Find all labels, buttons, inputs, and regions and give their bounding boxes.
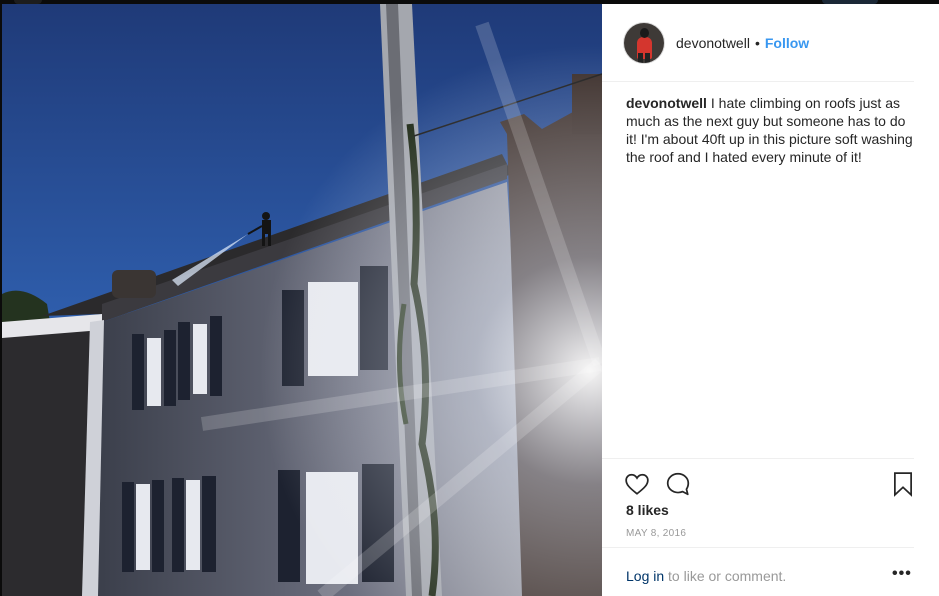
post-header: devonotwell • Follow [602,4,914,82]
action-bar [602,458,914,499]
post-date[interactable]: MAY 8, 2016 [626,528,686,539]
header-separator: • [754,34,760,51]
header-user-line: devonotwell • Follow [676,35,809,51]
comment-bubble-icon[interactable] [665,471,691,497]
login-row: Log in to like or comment. ••• [602,547,914,596]
follow-button[interactable]: Follow [765,35,809,51]
post-sidebar: devonotwell • Follow devonotwell I hate c… [602,4,939,596]
login-link[interactable]: Log in [626,568,664,584]
post-modal: devonotwell • Follow devonotwell I hate c… [0,0,939,596]
login-prompt-suffix: to like or comment. [664,568,787,584]
avatar-leg-left [638,52,643,63]
bookmark-icon[interactable] [890,471,916,497]
post-photo[interactable] [2,4,602,596]
heart-icon[interactable] [624,471,650,497]
avatar-leg-right [645,52,650,63]
likes-count[interactable]: 8 likes [626,502,669,518]
avatar[interactable] [624,22,664,63]
rooftop-photo-illustration [2,4,602,596]
post-caption: devonotwell I hate climbing on roofs just… [626,94,916,166]
header-username[interactable]: devonotwell [676,35,750,51]
avatar-head [640,27,649,38]
login-prompt: Log in to like or comment. [626,568,786,584]
more-options-icon[interactable]: ••• [892,565,912,583]
caption-username[interactable]: devonotwell [626,95,707,111]
